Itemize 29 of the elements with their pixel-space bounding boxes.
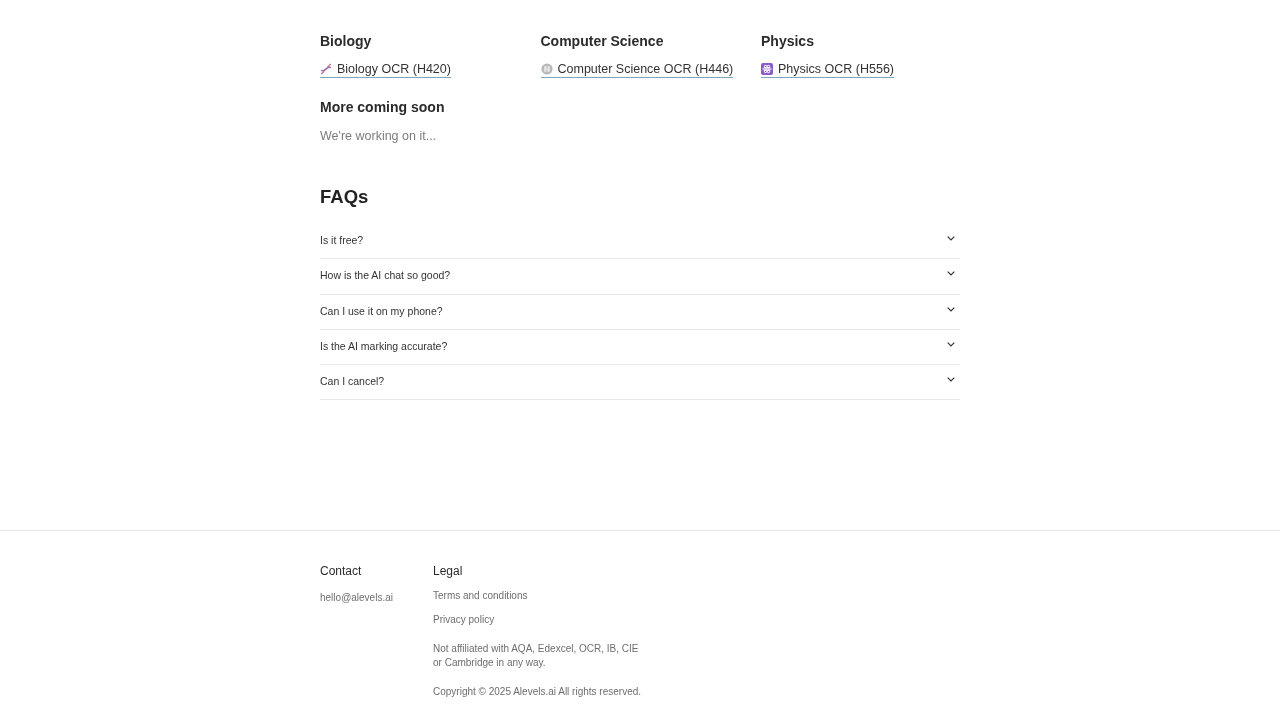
chevron-icon bbox=[947, 236, 955, 242]
subject-heading: Biology bbox=[320, 32, 373, 50]
course-link[interactable]: Computer Science OCR (H446) bbox=[540, 60, 734, 78]
section-heading: More coming soon bbox=[320, 98, 446, 116]
footer-heading: Contact bbox=[320, 563, 362, 579]
copyright-text: Copyright © 2025 Alevels.ai All rights reserved. bbox=[433, 685, 642, 699]
chevron-icon bbox=[947, 306, 955, 312]
faq-item[interactable]: Is the AI marking accurate? bbox=[320, 329, 960, 366]
course-link[interactable]: Biology OCR (H420) bbox=[320, 60, 451, 78]
faq-item[interactable]: Is it free? bbox=[320, 224, 960, 260]
coming-soon-text: We're working on it... bbox=[320, 128, 438, 145]
dna-icon bbox=[320, 62, 332, 75]
course-link[interactable]: Physics OCR (H556) bbox=[761, 60, 894, 78]
chevron-icon bbox=[947, 271, 955, 277]
disc-icon bbox=[540, 62, 553, 75]
subject-heading: Physics bbox=[761, 32, 815, 50]
disclaimer-text: Not affiliated with AQA, Edexcel, OCR, IB, CIE or Cambridge in any way. bbox=[433, 642, 640, 670]
footer-link[interactable]: Terms and conditions bbox=[433, 589, 528, 603]
faq-item[interactable]: Can I cancel? bbox=[320, 365, 960, 401]
email-link[interactable]: hello@alevels.ai bbox=[320, 591, 393, 605]
faq-heading: FAQs bbox=[320, 185, 370, 209]
atom-icon bbox=[761, 62, 773, 75]
footer-link[interactable]: Privacy policy bbox=[433, 613, 495, 627]
faq-item[interactable]: Can I use it on my phone? bbox=[320, 294, 960, 330]
footer-heading: Legal bbox=[433, 563, 463, 579]
faq-item[interactable]: How is the AI chat so good? bbox=[320, 259, 960, 295]
chevron-icon bbox=[947, 342, 955, 348]
subject-heading: Computer Science bbox=[540, 32, 665, 50]
chevron-icon bbox=[947, 377, 955, 383]
